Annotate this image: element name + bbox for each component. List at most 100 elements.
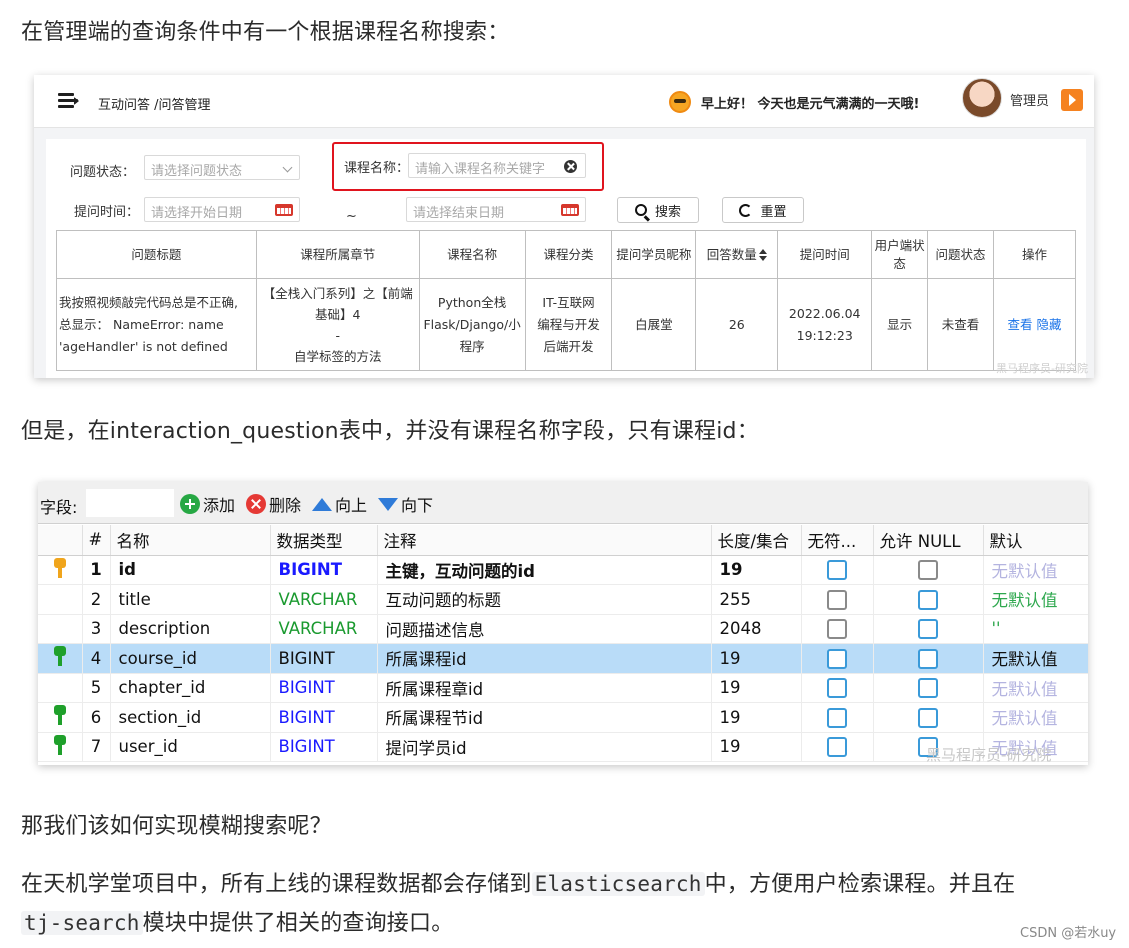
date-line: 2022.06.04 [788, 305, 861, 321]
fields-table: # 名称 数据类型 注释 长度/集合 无符... 允许 NULL 默认 1 id… [38, 525, 1088, 762]
table-row[interactable]: 1 id BIGINT 主键，互动问题的id 19 无默认值 [38, 555, 1088, 585]
hide-link[interactable]: 隐藏 [1037, 317, 1062, 332]
course-name-input[interactable]: 请输入课程名称关键字 [408, 153, 586, 178]
move-up-button[interactable]: 向上 [312, 492, 367, 516]
key-cell [38, 555, 83, 585]
unsigned-checkbox[interactable] [827, 589, 847, 610]
question-status-cell: 未查看 [927, 278, 995, 371]
clear-icon[interactable] [564, 160, 577, 173]
avatar[interactable] [962, 78, 1002, 118]
breadcrumb: 互动问答 /问答管理 [98, 98, 211, 113]
field-default: 无默认值 [983, 673, 1088, 703]
key-cell [38, 732, 83, 762]
unsigned-checkbox[interactable] [827, 648, 847, 669]
col-header: 允许 NULL [873, 525, 984, 556]
field-name: section_id [110, 702, 271, 733]
delete-button[interactable]: 删除 [246, 492, 301, 516]
field-length: 19 [711, 702, 802, 733]
table-row-selected[interactable]: 4 course_id BIGINT 所属课程id 19 无默认值 [38, 643, 1088, 674]
intro-paragraph: 在管理端的查询条件中有一个根据课程名称搜索： [21, 20, 510, 45]
unsigned-checkbox[interactable] [827, 678, 847, 698]
es-paragraph-line2: tj-search 模块中提供了相关的查询接口。 [21, 905, 453, 937]
down-label: 向下 [401, 496, 434, 515]
view-link[interactable]: 查看 [1007, 317, 1032, 332]
sort-icon[interactable] [758, 249, 767, 261]
operation-cell: 查看 隐藏 [993, 278, 1076, 371]
field-comment: 主键，互动问题的id [377, 555, 712, 585]
field-comment: 问题描述信息 [377, 614, 712, 644]
table-row[interactable]: 6 section_id BIGINT 所属课程节id 19 无默认值 [38, 702, 1088, 733]
null-cell [873, 614, 984, 644]
null-cell [873, 643, 984, 674]
calendar-icon [275, 204, 293, 216]
unsigned-cell [801, 732, 874, 762]
field-name: id [110, 555, 271, 585]
allow-null-checkbox[interactable] [918, 619, 938, 639]
add-icon [180, 494, 200, 514]
allow-null-checkbox[interactable] [918, 560, 938, 580]
chapter-line: - [335, 327, 340, 343]
question-table: 问题标题 课程所属章节 课程名称 课程分类 提问学员昵称 回答数量 提问时间 用… [56, 230, 1076, 371]
field-type: BIGINT [270, 673, 378, 703]
text-segment: 模块中提供了相关的查询接口。 [142, 911, 454, 936]
arrow-down-icon [378, 497, 398, 511]
unsigned-cell [801, 673, 874, 703]
chapter-line: 【全栈入门系列】之【前端 [262, 285, 413, 301]
end-date-input[interactable]: 请选择结束日期 [406, 197, 586, 222]
allow-null-checkbox[interactable] [918, 648, 938, 669]
time-cell: 2022.06.04 19:12:23 [777, 278, 873, 371]
reset-button[interactable]: 重置 [722, 197, 804, 223]
table-row[interactable]: 3 description VARCHAR 问题描述信息 2048 '' [38, 614, 1088, 644]
inline-code: Elasticsearch [531, 872, 705, 896]
end-placeholder: 请选择结束日期 [413, 206, 505, 221]
start-date-input[interactable]: 请选择开始日期 [144, 197, 300, 222]
course-label: 课程名称： [344, 161, 410, 176]
time-label: 提问时间： [74, 205, 140, 220]
null-cell [873, 702, 984, 733]
fields-header-row: # 名称 数据类型 注释 长度/集合 无符... 允许 NULL 默认 [38, 525, 1088, 556]
allow-null-checkbox[interactable] [918, 678, 938, 698]
unsigned-checkbox[interactable] [827, 737, 847, 757]
course-line: Python全栈 [437, 294, 507, 310]
index-key-icon [53, 646, 66, 667]
col-header-sortable[interactable]: 回答数量 [695, 230, 779, 279]
es-paragraph-line1: 在天机学堂项目中，所有上线的课程数据都会存储到 Elasticsearch 中，方便… [21, 866, 1015, 898]
sun-emoji-icon [669, 91, 691, 113]
table-row: 我按照视频敲完代码总是不正确, 总显示： NameError: name 'ag… [56, 278, 1076, 371]
col-header-label: 回答数量 [706, 246, 757, 262]
status-select[interactable]: 请选择问题状态 [144, 155, 300, 180]
text-segment: 在天机学堂项目中，所有上线的课程数据都会存储到 [21, 872, 532, 897]
allow-null-checkbox[interactable] [918, 707, 938, 728]
add-button[interactable]: 添加 [180, 492, 235, 516]
col-header: 数据类型 [270, 525, 378, 556]
menu-toggle-icon[interactable] [58, 93, 80, 109]
field-comment: 所属课程id [377, 643, 712, 674]
field-name: user_id [110, 732, 271, 762]
category-cell: IT-互联网 编程与开发 后端开发 [524, 278, 613, 371]
field-name: chapter_id [110, 673, 271, 703]
field-filter-input[interactable] [86, 489, 174, 517]
field-toolbar: 字段: 添加 删除 向上 向下 [38, 482, 1088, 524]
text-segment: 中，方便用户检索课程。并且在 [704, 872, 1016, 897]
unsigned-checkbox[interactable] [827, 619, 847, 639]
unsigned-checkbox[interactable] [827, 560, 847, 580]
search-button[interactable]: 搜索 [617, 197, 699, 223]
logout-icon[interactable] [1061, 89, 1083, 111]
course-placeholder: 请输入课程名称关键字 [415, 162, 546, 177]
move-down-button[interactable]: 向下 [378, 492, 433, 516]
field-length: 19 [711, 673, 802, 703]
table-row[interactable]: 2 title VARCHAR 互动问题的标题 255 无默认值 [38, 584, 1088, 615]
field-default: 无默认值 [983, 643, 1088, 674]
allow-null-checkbox[interactable] [918, 589, 938, 610]
col-header: 长度/集合 [711, 525, 802, 556]
category-line: IT-互联网 [542, 294, 595, 310]
col-header: 问题标题 [56, 230, 257, 279]
watermark: 黑马程序员-研究院 [996, 362, 1088, 375]
table-row[interactable]: 5 chapter_id BIGINT 所属课程章id 19 无默认值 [38, 673, 1088, 703]
delete-label: 删除 [269, 496, 302, 515]
field-length: 19 [711, 555, 802, 585]
unsigned-checkbox[interactable] [827, 707, 847, 728]
reset-button-label: 重置 [760, 204, 787, 220]
null-cell [873, 584, 984, 615]
key-col-header [38, 525, 83, 556]
